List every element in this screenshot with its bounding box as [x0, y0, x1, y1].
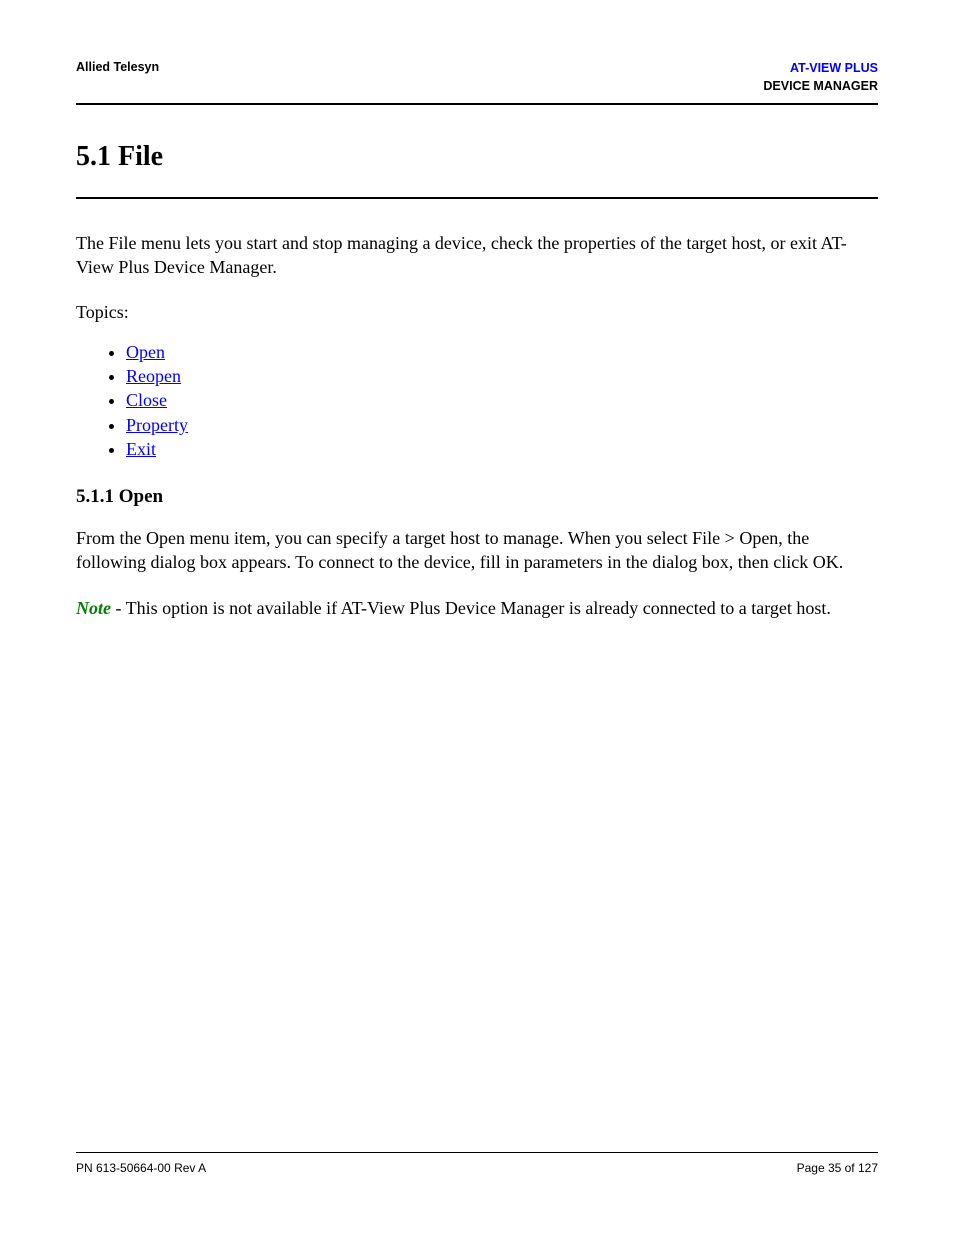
section-title: 5.1 File — [76, 141, 878, 173]
section-divider — [76, 197, 878, 199]
list-item: Open — [126, 341, 878, 364]
topic-link-open[interactable]: Open — [126, 342, 165, 362]
topic-link-exit[interactable]: Exit — [126, 439, 156, 459]
list-item: Close — [126, 389, 878, 412]
page-footer: PN 613-50664-00 Rev A Page 35 of 127 — [76, 1152, 878, 1175]
footer-page-number: Page 35 of 127 — [797, 1161, 878, 1175]
page-header: Allied Telesyn AT-VIEW PLUS DEVICE MANAG… — [76, 60, 878, 105]
list-item: Reopen — [126, 365, 878, 388]
subsection-para1: From the Open menu item, you can specify… — [76, 526, 878, 575]
topics-list: Open Reopen Close Property Exit — [126, 341, 878, 462]
page-content: Allied Telesyn AT-VIEW PLUS DEVICE MANAG… — [76, 60, 878, 1152]
document-page: Allied Telesyn AT-VIEW PLUS DEVICE MANAG… — [0, 0, 954, 1235]
header-product: AT-VIEW PLUS DEVICE MANAGER — [763, 60, 878, 95]
topics-label: Topics: — [76, 302, 878, 323]
header-product-name: AT-VIEW PLUS — [763, 60, 878, 78]
header-company: Allied Telesyn — [76, 60, 159, 74]
list-item: Property — [126, 414, 878, 437]
footer-part-number: PN 613-50664-00 Rev A — [76, 1161, 206, 1175]
note-text: - This option is not available if AT-Vie… — [111, 598, 831, 618]
list-item: Exit — [126, 438, 878, 461]
topic-link-property[interactable]: Property — [126, 415, 188, 435]
topic-link-close[interactable]: Close — [126, 390, 167, 410]
subsection-note: Note - This option is not available if A… — [76, 596, 878, 620]
note-label: Note — [76, 598, 111, 618]
subsection-title: 5.1.1 Open — [76, 486, 878, 508]
header-product-subtitle: DEVICE MANAGER — [763, 78, 878, 96]
section-intro: The File menu lets you start and stop ma… — [76, 231, 878, 280]
topic-link-reopen[interactable]: Reopen — [126, 366, 181, 386]
